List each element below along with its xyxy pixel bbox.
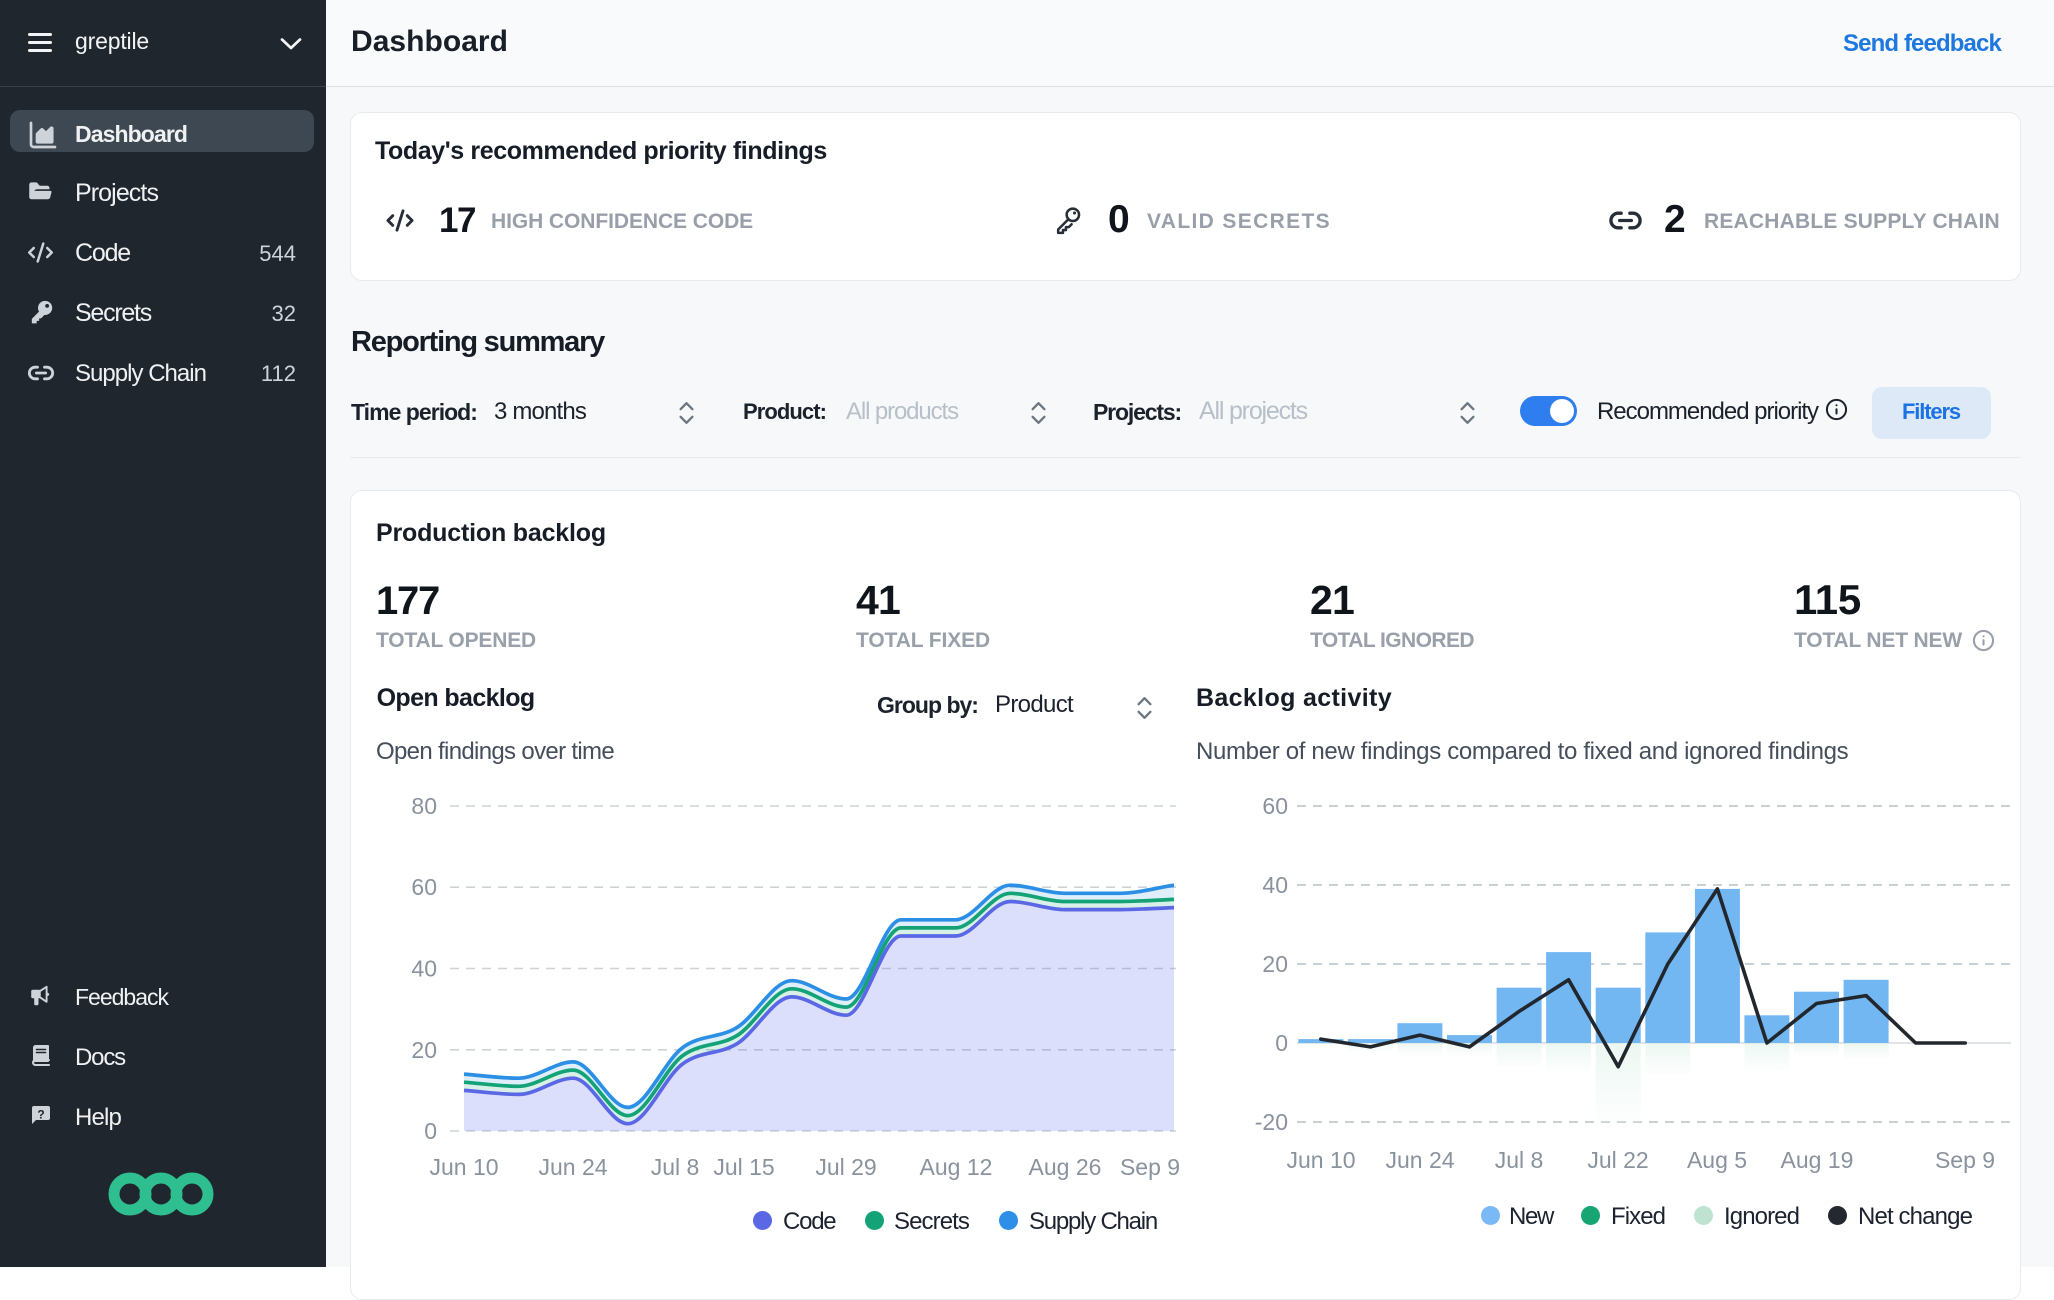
svg-text:Jun 24: Jun 24 [538,1154,607,1180]
svg-text:Jul 29: Jul 29 [815,1154,876,1180]
svg-text:Jun 10: Jun 10 [429,1154,498,1180]
svg-text:Jul 15: Jul 15 [713,1154,774,1180]
svg-text:60: 60 [1262,793,1288,819]
svg-text:40: 40 [411,956,437,982]
svg-text:Aug 5: Aug 5 [1687,1147,1747,1173]
svg-text:Jun 10: Jun 10 [1286,1147,1355,1173]
svg-text:20: 20 [411,1037,437,1063]
svg-text:Sep 9: Sep 9 [1120,1154,1180,1180]
svg-text:Jul 22: Jul 22 [1587,1147,1648,1173]
svg-text:Aug 26: Aug 26 [1029,1154,1102,1180]
svg-text:0: 0 [1275,1030,1288,1056]
svg-text:Aug 12: Aug 12 [920,1154,993,1180]
svg-text:40: 40 [1262,872,1288,898]
svg-text:-20: -20 [1255,1109,1288,1135]
svg-text:Jul 8: Jul 8 [1495,1147,1544,1173]
svg-text:80: 80 [411,793,437,819]
svg-text:Aug 19: Aug 19 [1781,1147,1854,1173]
svg-text:Sep 9: Sep 9 [1935,1147,1995,1173]
svg-text:?: ? [37,1108,44,1122]
svg-text:Jul 8: Jul 8 [651,1154,700,1180]
svg-text:60: 60 [411,874,437,900]
svg-text:20: 20 [1262,951,1288,977]
svg-text:0: 0 [424,1118,437,1144]
svg-text:Jun 24: Jun 24 [1385,1147,1454,1173]
